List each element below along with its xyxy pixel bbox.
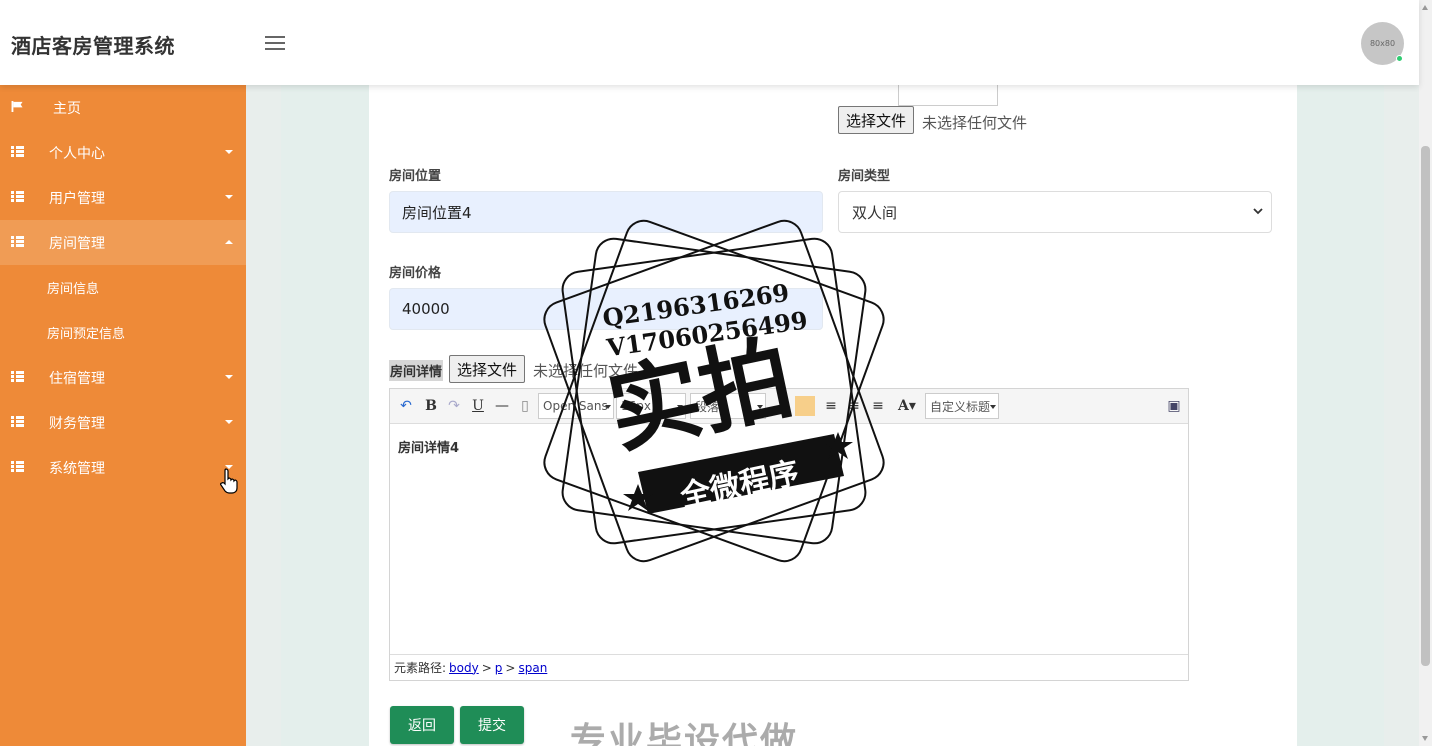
image-upload-status: 未选择任何文件: [922, 114, 1028, 132]
page-scrollbar[interactable]: [1419, 0, 1432, 746]
app-title: 酒店客房管理系统: [11, 34, 175, 58]
grid-icon: [11, 461, 24, 472]
bold-icon[interactable]: B: [423, 396, 439, 416]
sidebar-subitem-label: 房间信息: [47, 282, 100, 297]
preview-icon[interactable]: ▣: [1166, 396, 1182, 416]
sidebar-item-personal-center[interactable]: 个人中心: [0, 130, 246, 175]
chevron-down-icon: [225, 150, 233, 154]
sidebar-item-stay-management[interactable]: 住宿管理: [0, 355, 246, 400]
path-link-body[interactable]: body: [449, 661, 479, 675]
scroll-thumb[interactable]: [1421, 146, 1430, 666]
detail-upload-button[interactable]: 选择文件: [449, 355, 526, 383]
watermark-bottom-text: 专业毕设代做: [570, 721, 799, 746]
element-path-label: 元素路径:: [394, 661, 447, 675]
sidebar-item-label: 用户管理: [49, 190, 105, 207]
grid-icon: [11, 371, 24, 382]
flag-icon: [11, 101, 23, 112]
sidebar-subitem-room-booking[interactable]: 房间预定信息: [0, 310, 246, 355]
redo-icon[interactable]: ↷: [446, 396, 462, 416]
underline-icon[interactable]: U: [470, 396, 486, 416]
sidebar: 主页 个人中心 用户管理 房间管理 房间信息 房间预定信息 住宿管理 财务管理 …: [0, 85, 246, 746]
sidebar-item-room-management[interactable]: 房间管理: [0, 220, 246, 265]
location-label: 房间位置: [389, 169, 442, 184]
submit-button[interactable]: 提交: [460, 706, 524, 744]
editor-content[interactable]: 房间详情4: [398, 437, 459, 456]
grid-icon: [11, 416, 24, 427]
font-color-icon[interactable]: A▾: [896, 396, 918, 416]
image-upload-button[interactable]: 选择文件: [838, 106, 915, 134]
chevron-down-icon: [225, 375, 233, 379]
back-button[interactable]: 返回: [390, 706, 454, 744]
sidebar-item-label: 财务管理: [49, 415, 105, 432]
sidebar-item-user-management[interactable]: 用户管理: [0, 175, 246, 220]
chevron-up-icon: [225, 240, 233, 244]
avatar[interactable]: 80x80: [1361, 22, 1404, 65]
sidebar-item-label: 住宿管理: [49, 370, 105, 387]
top-header: 酒店客房管理系统 80x80: [0, 0, 1419, 85]
sidebar-item-label: 房间管理: [49, 235, 105, 252]
chevron-down-icon: [225, 195, 233, 199]
image-preview-box: [898, 85, 998, 106]
scroll-up-icon[interactable]: [1422, 5, 1428, 10]
sidebar-item-label: 主页: [53, 100, 81, 117]
sidebar-subitem-label: 房间预定信息: [47, 327, 126, 342]
grid-icon: [11, 191, 24, 202]
custom-title-value: 自定义标题: [930, 399, 991, 414]
watermark-stamp: Q2196316269 V17060256499 实拍 全微程序: [543, 219, 885, 563]
room-type-label: 房间类型: [838, 169, 891, 184]
chevron-down-icon: [225, 420, 233, 424]
document-icon[interactable]: ▯: [518, 396, 532, 416]
path-link-span[interactable]: span: [518, 661, 547, 675]
chevron-down-icon: [1253, 208, 1263, 215]
path-link-p[interactable]: p: [495, 661, 503, 675]
sidebar-item-label: 系统管理: [49, 460, 105, 477]
price-label: 房间价格: [389, 266, 442, 281]
room-type-select[interactable]: 双人间: [838, 191, 1272, 233]
sidebar-subitem-room-info[interactable]: 房间信息: [0, 265, 246, 310]
menu-toggle-icon[interactable]: [265, 36, 285, 50]
undo-icon[interactable]: ↶: [398, 396, 414, 416]
sidebar-item-label: 个人中心: [49, 145, 105, 162]
grid-icon: [11, 146, 24, 157]
online-status-dot: [1396, 55, 1403, 62]
hand-cursor-icon: [220, 468, 238, 494]
horizontal-rule-icon[interactable]: —: [494, 396, 510, 416]
sidebar-item-home[interactable]: 主页: [0, 85, 246, 130]
scroll-down-icon[interactable]: [1422, 736, 1428, 741]
detail-label: 房间详情: [389, 360, 444, 381]
grid-icon: [11, 236, 24, 247]
avatar-placeholder-text: 80x80: [1369, 39, 1396, 48]
editor-element-path: 元素路径: body > p > span: [390, 654, 1188, 680]
custom-title-select[interactable]: 自定义标题: [925, 393, 999, 419]
sidebar-item-finance-management[interactable]: 财务管理: [0, 400, 246, 445]
sidebar-item-system-management[interactable]: 系统管理: [0, 445, 246, 490]
